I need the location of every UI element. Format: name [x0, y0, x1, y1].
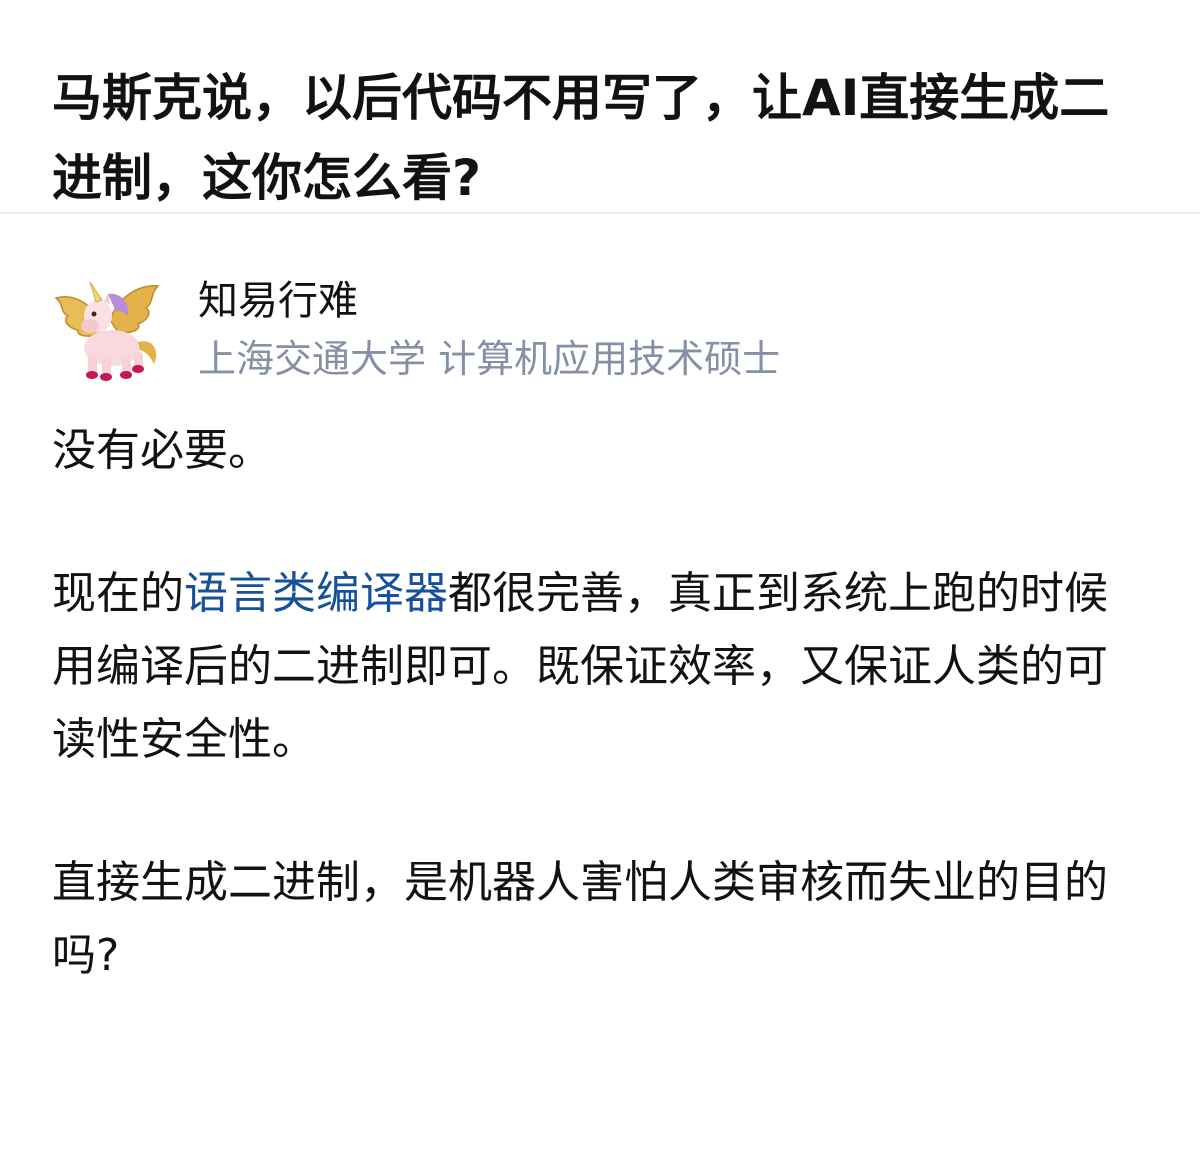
question-header: 马斯克说，以后代码不用写了，让AI直接生成二进制，这你怎么看? [0, 0, 1200, 212]
author-headline: 上海交通大学 计算机应用技术硕士 [198, 337, 781, 381]
paragraph-3: 直接生成二进制，是机器人害怕人类审核而失业的目的吗? [52, 857, 1108, 981]
paragraph-1: 没有必要。 [52, 425, 272, 476]
author-name[interactable]: 知易行难 [198, 274, 780, 328]
answer-card: 知易行难 上海交通大学 计算机应用技术硕士 没有必要。 现在的语言类编译器都很完… [0, 214, 1200, 992]
author-text: 知易行难 上海交通大学 计算机应用技术硕士 [198, 272, 780, 388]
unicorn-avatar-icon[interactable] [50, 272, 170, 392]
compiler-link[interactable]: 语言类编译器 [184, 568, 448, 619]
question-title[interactable]: 马斯克说，以后代码不用写了，让AI直接生成二进制，这你怎么看? [52, 58, 1148, 218]
paragraph-2: 现在的语言类编译器都很完善，真正到系统上跑的时候用编译后的二进制即可。既保证效率… [52, 557, 1148, 776]
answer-content: 没有必要。 现在的语言类编译器都很完善，真正到系统上跑的时候用编译后的二进制即可… [52, 392, 1148, 992]
paragraph-2-start: 现在的 [52, 568, 184, 619]
author-info: 知易行难 上海交通大学 计算机应用技术硕士 [52, 214, 1148, 392]
